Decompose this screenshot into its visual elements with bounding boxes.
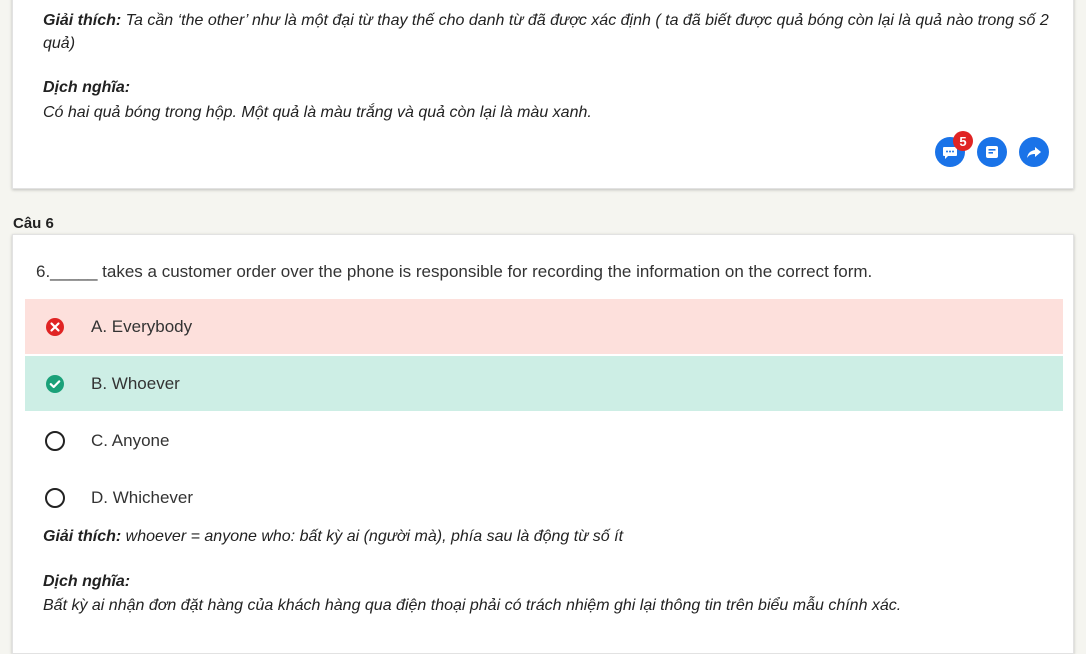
explanation-label: Giải thích: (43, 528, 122, 545)
comment-count-badge: 5 (953, 131, 973, 151)
comment-button[interactable]: 5 (935, 131, 973, 167)
translation-text: Có hai quả bóng trong hộp. Một quả là mà… (43, 104, 592, 121)
translation-label: Dịch nghĩa: (43, 79, 131, 96)
question-card: 6._____ takes a customer order over the … (12, 234, 1074, 654)
radio-icon (45, 430, 65, 451)
option-label: C. Anyone (91, 430, 170, 450)
note-button[interactable] (977, 137, 1007, 167)
note-icon (986, 146, 998, 158)
option-a[interactable]: A. Everybody (25, 299, 1063, 354)
explanation-label: Giải thích: (43, 12, 122, 29)
option-c[interactable]: C. Anyone (25, 413, 1063, 468)
explanation-text: Ta cần ‘the other’ như là một đại từ tha… (43, 12, 1049, 52)
question-heading: Câu 6 (13, 215, 54, 232)
share-icon (1027, 147, 1041, 158)
option-label: A. Everybody (91, 316, 193, 336)
translation-text: Bất kỳ ai nhận đơn đặt hàng của khách hà… (43, 597, 902, 614)
share-button[interactable] (1019, 137, 1049, 167)
wrong-answer-icon (46, 317, 64, 336)
explanation-block: Giải thích: whoever = anyone who: bất kỳ… (43, 525, 623, 548)
translation-label: Dịch nghĩa: (43, 573, 131, 590)
option-label: D. Whichever (91, 487, 194, 507)
card-actions: 5 (935, 131, 1049, 167)
explanation-text: whoever = anyone who: bất kỳ ai (người m… (121, 528, 624, 545)
option-label: B. Whoever (91, 373, 180, 393)
correct-answer-icon (46, 374, 64, 393)
question-text: 6._____ takes a customer order over the … (36, 262, 873, 281)
previous-question-card: Giải thích: Ta cần ‘the other’ như là mộ… (12, 0, 1074, 189)
option-d[interactable]: D. Whichever (25, 470, 1063, 525)
option-b[interactable]: B. Whoever (25, 356, 1063, 411)
explanation-block: Giải thích: Ta cần ‘the other’ như là mộ… (43, 9, 1053, 55)
radio-icon (45, 487, 65, 508)
